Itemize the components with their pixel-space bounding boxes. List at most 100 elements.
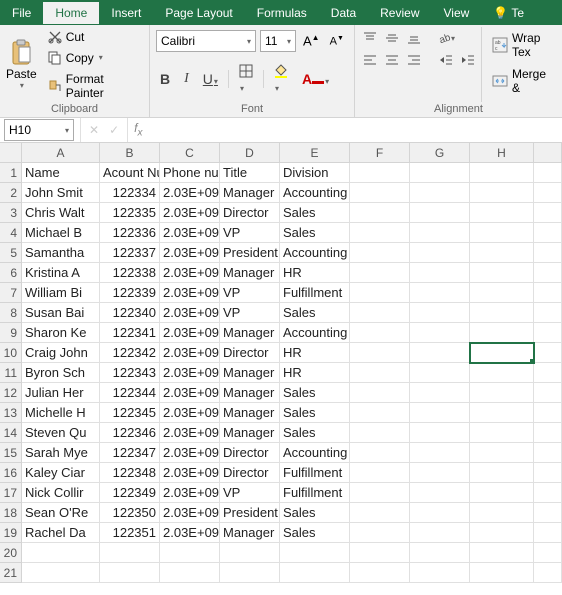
increase-indent-button[interactable]	[459, 52, 477, 68]
cell[interactable]: Accounting	[280, 443, 350, 463]
cell[interactable]	[410, 323, 470, 343]
cell[interactable]	[350, 403, 410, 423]
cell[interactable]	[160, 543, 220, 563]
cell[interactable]	[22, 543, 100, 563]
cell[interactable]: 122345	[100, 403, 160, 423]
row-header[interactable]: 5	[0, 243, 22, 263]
cell[interactable]: Sales	[280, 203, 350, 223]
cell[interactable]: Director	[220, 343, 280, 363]
cell[interactable]: Manager	[220, 523, 280, 543]
cell[interactable]: 122339	[100, 283, 160, 303]
cell[interactable]: Kaley Ciar	[22, 463, 100, 483]
cell[interactable]	[410, 423, 470, 443]
cell[interactable]	[350, 343, 410, 363]
cell[interactable]	[410, 203, 470, 223]
cell[interactable]	[410, 543, 470, 563]
cell[interactable]	[470, 503, 534, 523]
menu-pagelayout[interactable]: Page Layout	[153, 2, 244, 24]
bold-button[interactable]: B	[156, 69, 174, 89]
font-size-select[interactable]: 11▾	[260, 30, 296, 52]
row-header[interactable]: 2	[0, 183, 22, 203]
copy-button[interactable]: Copy ▾	[45, 49, 143, 67]
cell[interactable]	[410, 343, 470, 363]
menu-formulas[interactable]: Formulas	[245, 2, 319, 24]
cell[interactable]: 2.03E+09	[160, 503, 220, 523]
cell[interactable]: 122348	[100, 463, 160, 483]
row-header[interactable]: 7	[0, 283, 22, 303]
column-header[interactable]: H	[470, 143, 534, 163]
cell[interactable]: President	[220, 243, 280, 263]
align-center-button[interactable]	[383, 52, 401, 68]
cell[interactable]	[534, 383, 562, 403]
cell[interactable]: Division	[280, 163, 350, 183]
cell[interactable]	[534, 543, 562, 563]
merge-center-button[interactable]: Merge &	[490, 65, 556, 97]
fill-color-button[interactable]: ▾	[270, 62, 292, 96]
cell[interactable]: Rachel Da	[22, 523, 100, 543]
cell[interactable]	[534, 343, 562, 363]
row-header[interactable]: 19	[0, 523, 22, 543]
cell[interactable]: Kristina A	[22, 263, 100, 283]
cell[interactable]: 122347	[100, 443, 160, 463]
row-header[interactable]: 21	[0, 563, 22, 583]
cell[interactable]	[470, 323, 534, 343]
cell[interactable]	[350, 243, 410, 263]
cell[interactable]: 2.03E+09	[160, 403, 220, 423]
row-header[interactable]: 14	[0, 423, 22, 443]
cell[interactable]	[350, 303, 410, 323]
cell[interactable]	[22, 563, 100, 583]
cell[interactable]: 2.03E+09	[160, 183, 220, 203]
cell[interactable]	[470, 263, 534, 283]
cell[interactable]	[470, 563, 534, 583]
cell[interactable]	[350, 183, 410, 203]
cell[interactable]: 2.03E+09	[160, 343, 220, 363]
cell[interactable]: 122351	[100, 523, 160, 543]
align-middle-button[interactable]	[383, 30, 401, 46]
column-header[interactable]: C	[160, 143, 220, 163]
cell[interactable]	[350, 283, 410, 303]
cell[interactable]: 2.03E+09	[160, 383, 220, 403]
cell[interactable]: 2.03E+09	[160, 483, 220, 503]
row-header[interactable]: 11	[0, 363, 22, 383]
cell[interactable]	[470, 443, 534, 463]
cell[interactable]: Manager	[220, 423, 280, 443]
column-header[interactable]: B	[100, 143, 160, 163]
cell[interactable]: Manager	[220, 403, 280, 423]
increase-font-button[interactable]: A▲	[300, 33, 323, 48]
cell[interactable]: Accounting	[280, 243, 350, 263]
cell[interactable]: 2.03E+09	[160, 523, 220, 543]
menu-data[interactable]: Data	[319, 2, 368, 24]
cell[interactable]	[534, 203, 562, 223]
cell[interactable]: VP	[220, 303, 280, 323]
menu-insert[interactable]: Insert	[99, 2, 153, 24]
cell[interactable]: 2.03E+09	[160, 283, 220, 303]
cut-button[interactable]: Cut	[45, 28, 143, 46]
cell[interactable]: Sales	[280, 303, 350, 323]
cell[interactable]	[534, 163, 562, 183]
cell[interactable]	[534, 483, 562, 503]
cell[interactable]: John Smit	[22, 183, 100, 203]
cell[interactable]: HR	[280, 343, 350, 363]
cell[interactable]: Byron Sch	[22, 363, 100, 383]
column-header[interactable]	[534, 143, 562, 163]
cell[interactable]	[470, 283, 534, 303]
cell[interactable]: Michelle H	[22, 403, 100, 423]
row-header[interactable]: 6	[0, 263, 22, 283]
cell[interactable]: VP	[220, 483, 280, 503]
paste-button[interactable]: Paste ▾	[6, 27, 41, 102]
cell[interactable]	[534, 323, 562, 343]
cell[interactable]	[410, 403, 470, 423]
cell[interactable]: Sean O'Re	[22, 503, 100, 523]
cell[interactable]: Manager	[220, 323, 280, 343]
row-header[interactable]: 3	[0, 203, 22, 223]
cell[interactable]: 2.03E+09	[160, 323, 220, 343]
cell[interactable]	[410, 523, 470, 543]
cell[interactable]: 2.03E+09	[160, 443, 220, 463]
cell[interactable]: 122337	[100, 243, 160, 263]
cell[interactable]: Sales	[280, 383, 350, 403]
cell[interactable]	[534, 283, 562, 303]
cell[interactable]	[350, 543, 410, 563]
cell[interactable]	[350, 443, 410, 463]
cell[interactable]	[534, 403, 562, 423]
cell[interactable]: 122340	[100, 303, 160, 323]
